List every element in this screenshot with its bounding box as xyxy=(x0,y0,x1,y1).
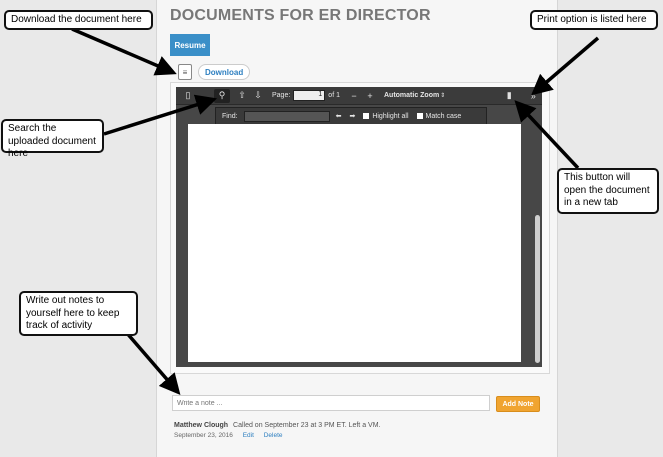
arrow-new-tab xyxy=(514,100,580,170)
arrow-print xyxy=(531,36,600,96)
arrow-search xyxy=(103,94,218,136)
callout-new-tab: This button will open the document in a … xyxy=(557,168,659,214)
arrow-notes xyxy=(124,330,181,395)
callout-notes: Write out notes to yourself here to keep… xyxy=(19,291,138,336)
callout-print: Print option is listed here xyxy=(530,10,658,30)
callout-download: Download the document here xyxy=(4,10,153,30)
arrow-download xyxy=(71,27,177,76)
annotation-arrows xyxy=(71,27,600,395)
callout-search: Search the uploaded document here xyxy=(1,119,104,159)
